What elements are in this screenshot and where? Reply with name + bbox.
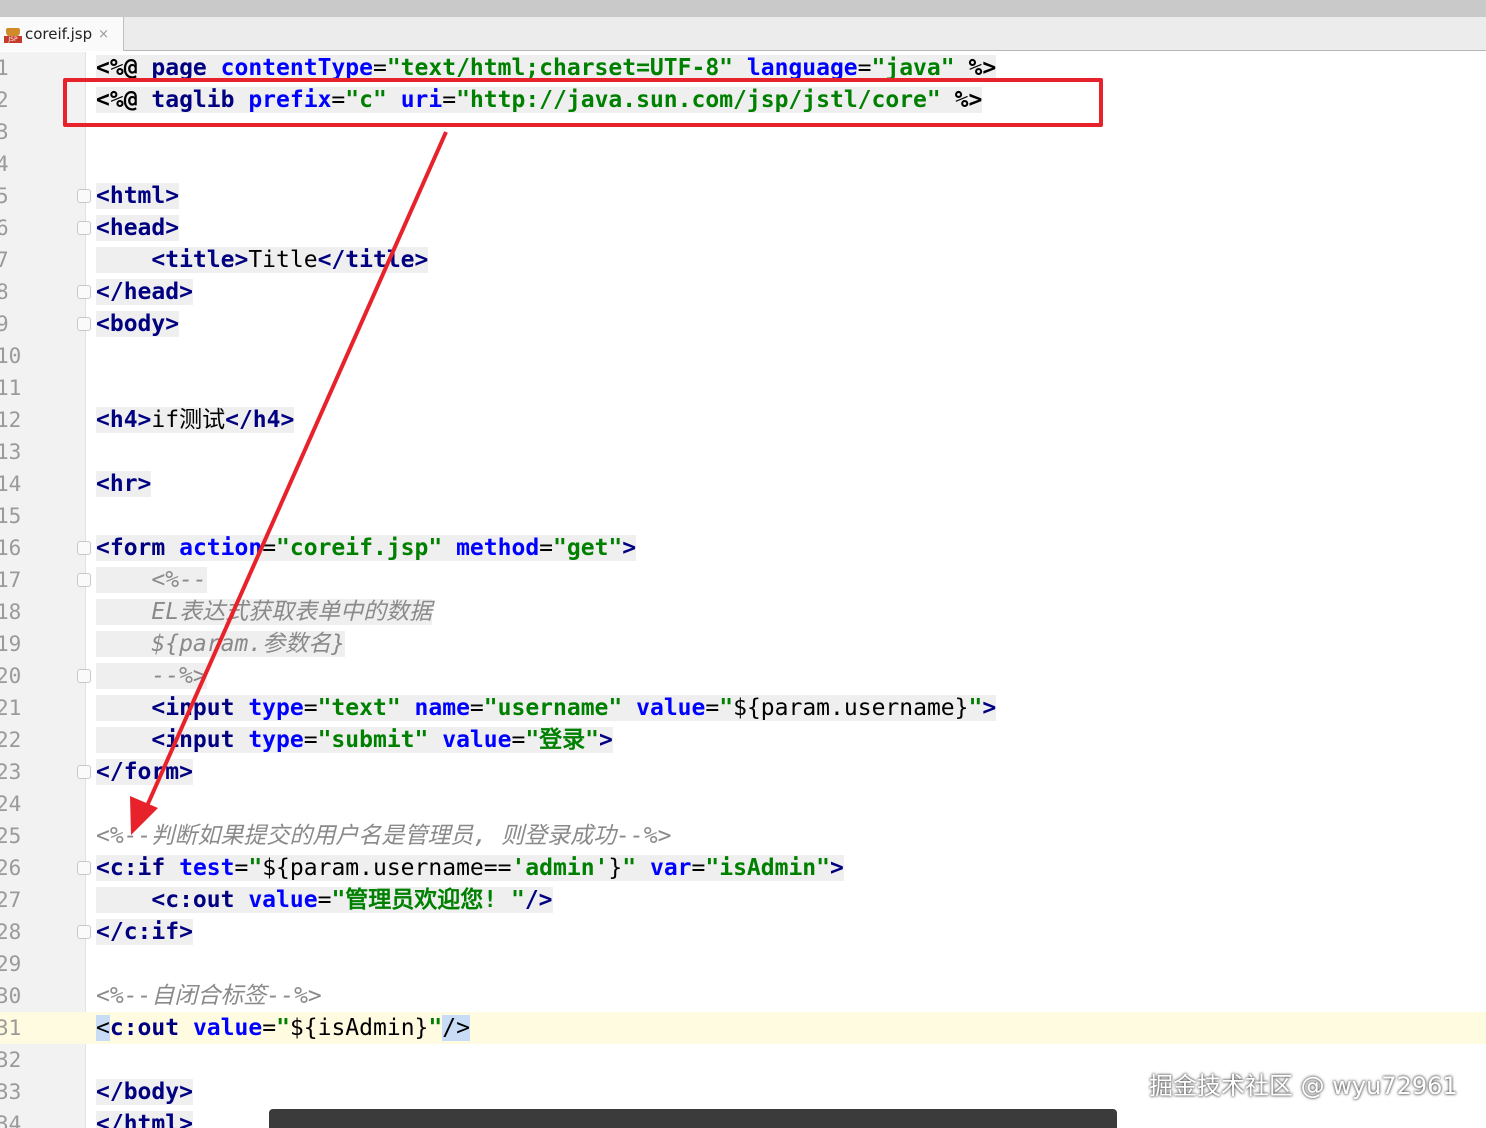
annotation-arrow — [130, 131, 448, 835]
bottom-overlay-bar — [269, 1109, 1117, 1128]
watermark-text: 掘金技术社区 @ wyu72961 — [1149, 1072, 1458, 1100]
